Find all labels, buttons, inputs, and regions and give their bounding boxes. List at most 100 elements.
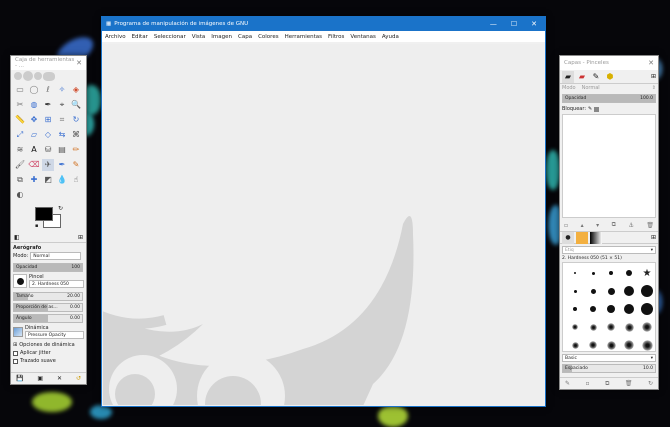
lasso-icon[interactable]: ℓ [42,84,54,96]
menu-seleccionar[interactable]: Seleccionar [154,34,186,40]
brush-thumbnail[interactable] [621,337,637,351]
mode-select[interactable]: Normal [30,252,81,260]
brush-thumbnail[interactable] [567,319,583,335]
menu-editar[interactable]: Editar [132,34,148,40]
smudge-icon[interactable]: ☝ [70,174,82,186]
airbrush-icon[interactable]: ✈ [42,159,54,171]
brush-thumbnail[interactable] [639,319,655,335]
reset-options-icon[interactable]: ↺ [76,375,81,382]
aspect-slider[interactable]: Proporción de as... 0.00 [13,303,83,312]
flip-icon[interactable]: ⇆ [56,129,68,141]
brush-thumbnail[interactable] [621,265,637,281]
brush-dock-menu-icon[interactable]: ⊞ [651,234,656,241]
expander-icon[interactable]: ⊞ [13,342,17,348]
menu-ventanas[interactable]: Ventanas [350,34,375,40]
ellipse-select-icon[interactable]: ◯ [28,84,40,96]
brush-thumbnail[interactable] [567,283,583,299]
maximize-button[interactable]: ☐ [511,20,517,28]
brush-thumbnail[interactable] [567,265,583,281]
tab-menu-icon[interactable]: ⊞ [78,234,83,241]
anchor-layer-icon[interactable]: ⚓ [628,222,633,229]
brush-name-field[interactable]: 2. Hardness 050 [29,280,84,288]
dynamics-field[interactable]: Pressure Opacity [25,331,84,339]
menu-colores[interactable]: Colores [258,34,279,40]
menu-ayuda[interactable]: Ayuda [382,34,399,40]
raise-layer-icon[interactable]: ▴ [581,222,584,229]
delete-options-icon[interactable]: ✕ [57,375,62,382]
brush-thumbnail[interactable] [585,301,601,317]
tab-patterns[interactable] [576,231,588,244]
brush-thumbnail[interactable] [621,319,637,335]
menu-vista[interactable]: Vista [192,34,206,40]
brush-thumbnail[interactable] [567,337,583,351]
layer-opacity-slider[interactable]: Opacidad 100.0 [562,94,656,103]
menu-herramientas[interactable]: Herramientas [285,34,322,40]
menu-capa[interactable]: Capa [238,34,252,40]
brush-thumbnail[interactable] [585,319,601,335]
save-options-icon[interactable]: 💾 [16,375,23,382]
smooth-checkbox[interactable] [13,358,18,364]
mypaint-icon[interactable]: ✎ [70,159,82,171]
perspective-clone-icon[interactable]: ◩ [42,174,54,186]
align-icon[interactable]: ⊞ [42,114,54,126]
brush-thumbnail[interactable] [585,337,601,351]
layers-list[interactable] [562,114,656,218]
default-colors-icon[interactable]: ▪ [35,223,38,229]
rotate-icon[interactable]: ↻ [70,114,82,126]
dodge-icon[interactable]: ◐ [14,189,26,201]
brush-thumbnail[interactable]: ★ [639,265,655,281]
toolbox-close-button[interactable]: ✕ [76,59,82,67]
text-icon[interactable]: A [28,144,40,156]
bucket-fill-icon[interactable]: ⛁ [42,144,54,156]
lower-layer-icon[interactable]: ▾ [596,222,599,229]
lock-alpha-icon[interactable] [594,106,600,112]
edit-brush-icon[interactable]: ✎ [565,380,570,387]
brush-thumbnail[interactable] [603,283,619,299]
shear-icon[interactable]: ▱ [28,129,40,141]
measure-icon[interactable]: 📏 [14,114,26,126]
crop-icon[interactable]: ⌗ [56,114,68,126]
tab-undo[interactable]: ⬢ [604,71,616,83]
move-icon[interactable]: ✥ [28,114,40,126]
tag-filter-field[interactable]: Etiq ▾ [562,246,656,254]
fuzzy-select-icon[interactable]: ✧ [56,84,68,96]
zoom-icon[interactable]: 🔍 [70,99,82,111]
brush-thumbnail[interactable] [603,265,619,281]
blend-icon[interactable]: ▤ [56,144,68,156]
cage-icon[interactable]: ⌘ [70,129,82,141]
brush-thumbnail[interactable] [603,301,619,317]
dock-menu-icon[interactable]: ⊞ [651,73,656,80]
paintbrush-icon[interactable]: 🖌 [14,159,26,171]
warp-icon[interactable]: ≋ [14,144,26,156]
menu-imagen[interactable]: Imagen [211,34,232,40]
tab-brushes[interactable]: ● [562,231,574,244]
new-brush-icon[interactable]: ▫ [586,380,590,387]
dynamics-icon[interactable] [13,327,23,337]
brush-grid[interactable]: ★ [562,262,656,352]
clone-icon[interactable]: ⧉ [14,174,26,186]
layers-close-button[interactable]: ✕ [648,59,654,67]
brush-thumbnail[interactable] [567,301,583,317]
lock-pixels-icon[interactable]: ✎ [588,106,592,112]
duplicate-layer-icon[interactable]: ⧉ [612,221,616,229]
tab-gradients[interactable] [590,231,602,244]
spacing-slider[interactable]: Espaciado 10.0 [562,364,656,373]
jitter-checkbox[interactable] [13,350,18,356]
foreground-color-swatch[interactable] [35,207,53,221]
delete-brush-icon[interactable]: 🗑 [625,380,633,387]
swap-colors-icon[interactable]: ↻ [58,205,63,212]
new-layer-icon[interactable]: ▫ [564,222,568,229]
brush-preview[interactable] [13,274,27,288]
opacity-slider[interactable]: Opacidad 100 [13,263,83,272]
layer-mode-value[interactable]: Normal [582,85,600,91]
layer-mode-stepper[interactable]: ⇕ [652,85,656,91]
brush-thumbnail[interactable] [603,319,619,335]
brush-thumbnail[interactable] [621,283,637,299]
ink-icon[interactable]: ✒ [56,159,68,171]
tab-layers[interactable]: ▰ [562,70,574,83]
brush-thumbnail[interactable] [621,301,637,317]
tab-left-icon[interactable]: ◧ [14,234,20,241]
color-picker-icon[interactable]: ⌖ [56,99,68,111]
size-slider[interactable]: Tamaño 20.00 [13,292,83,301]
brush-thumbnail[interactable] [639,337,655,351]
